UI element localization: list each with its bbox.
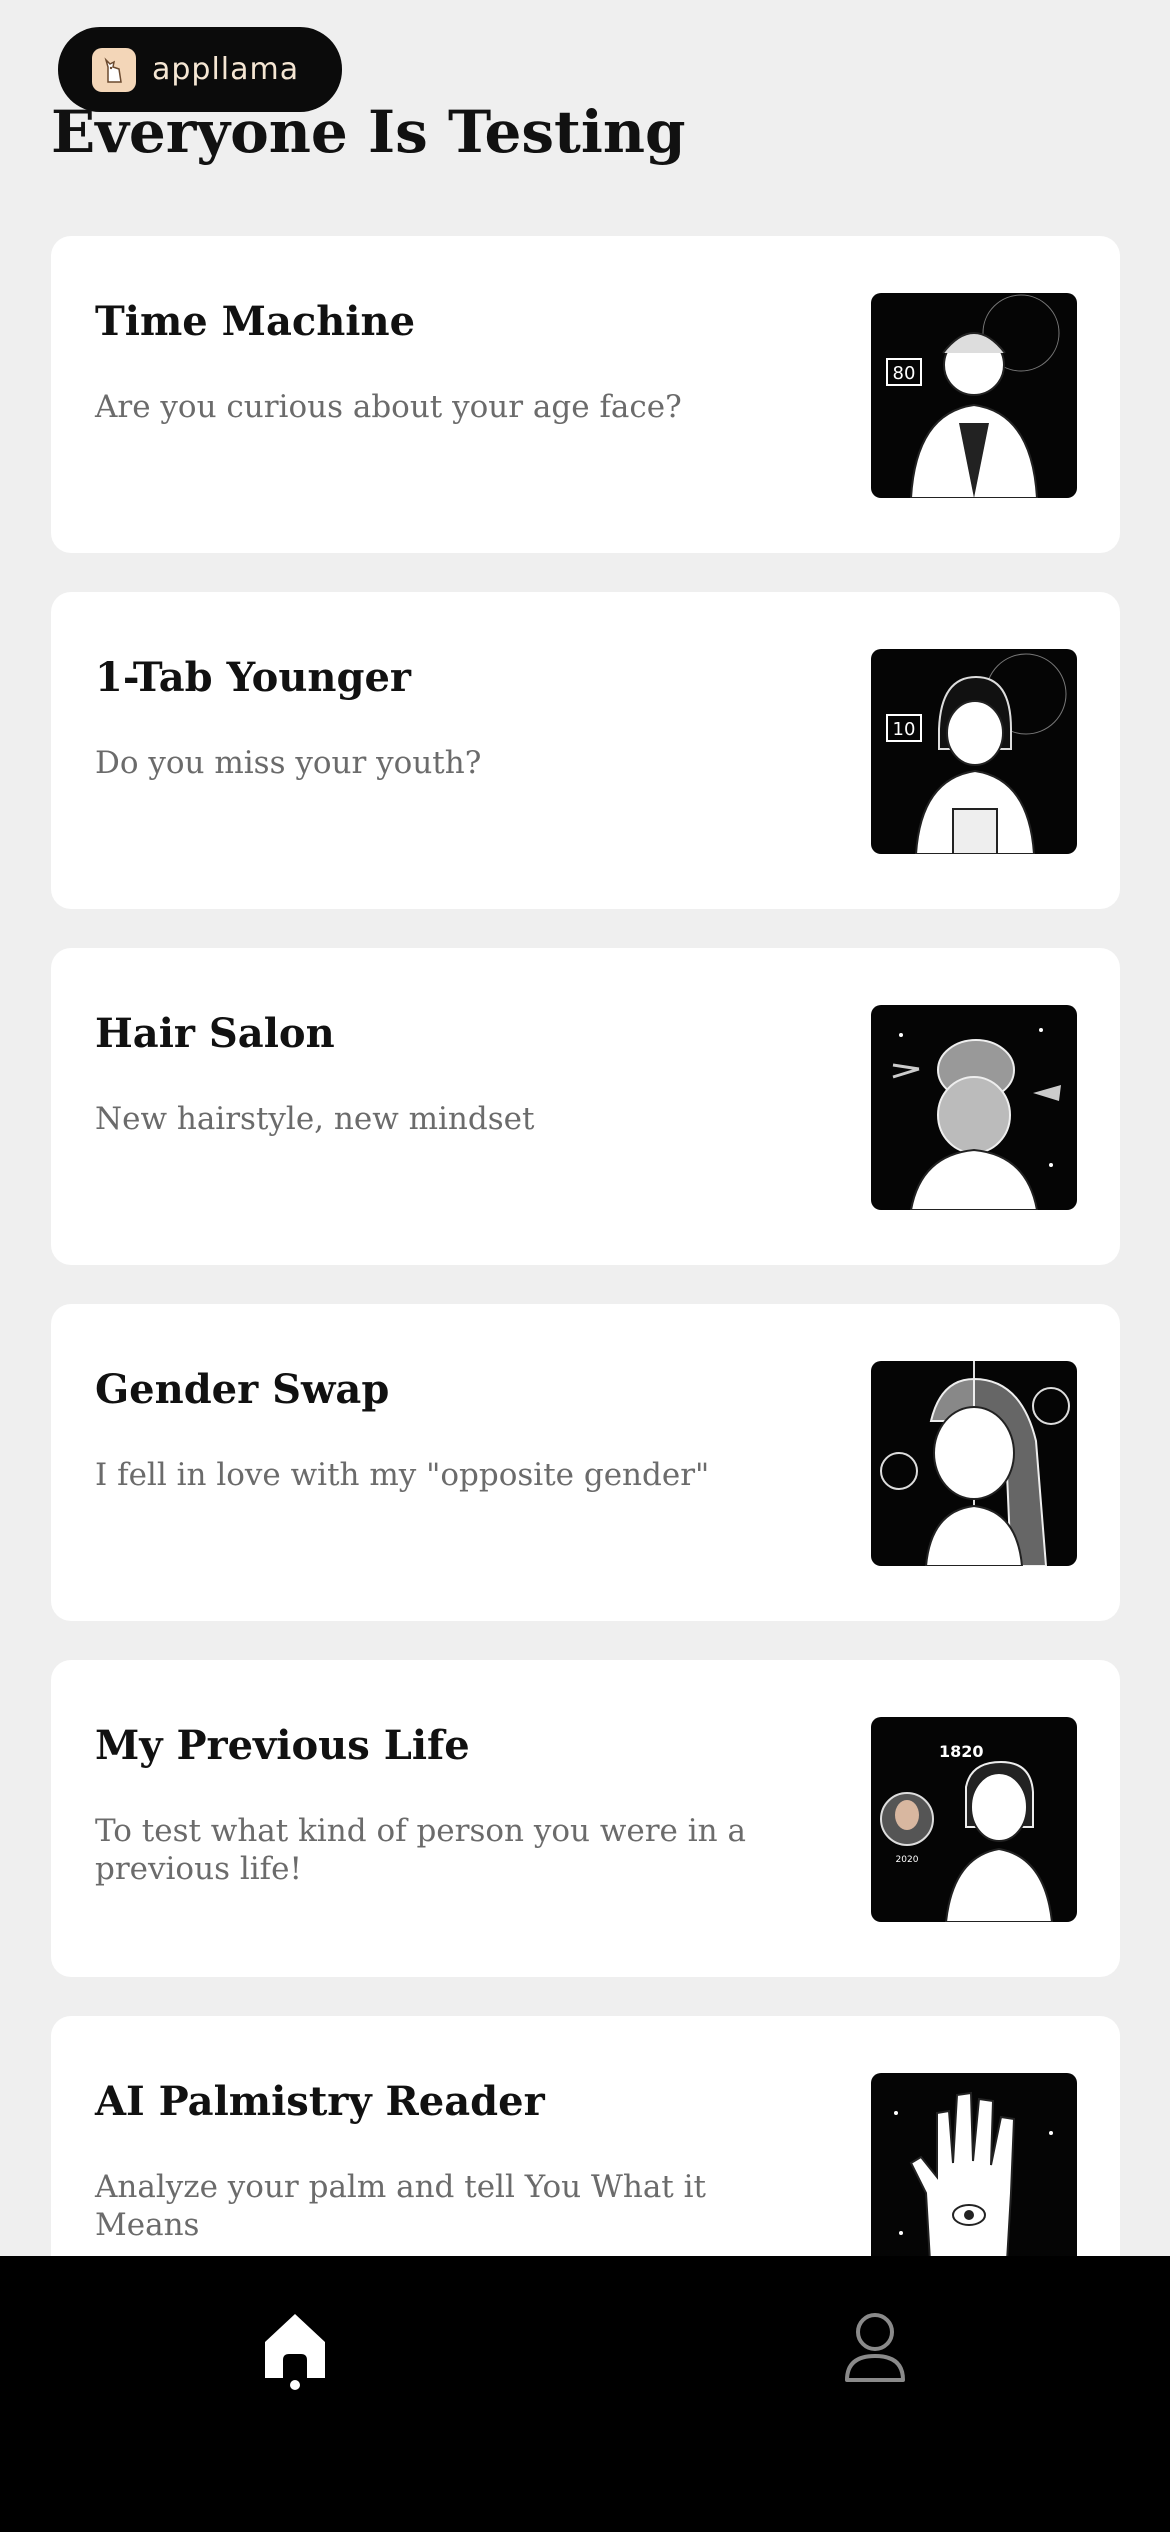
profile-icon[interactable] xyxy=(825,2296,925,2396)
thumb-badge: 10 xyxy=(893,719,916,740)
card-title: Time Machine xyxy=(95,298,416,345)
gender-swap-portrait-icon xyxy=(871,1361,1077,1566)
llama-icon xyxy=(92,47,136,92)
section-title: Everyone Is Testing xyxy=(51,98,686,166)
card-description: Are you curious about your age face? xyxy=(95,389,682,425)
card-title: Gender Swap xyxy=(95,1366,390,1413)
palm-hand-icon xyxy=(871,2073,1077,2278)
hairstyle-portrait-icon xyxy=(871,1005,1077,1210)
thumb-badge-small: 2020 xyxy=(896,1855,919,1865)
feature-card-younger[interactable]: 1-Tab Younger Do you miss your youth? 10 xyxy=(51,592,1120,909)
card-description: New hairstyle, new mindset xyxy=(95,1101,535,1137)
feature-card-previous-life[interactable]: My Previous Life To test what kind of pe… xyxy=(51,1660,1120,1977)
elderly-woman-portrait-icon: 80 xyxy=(871,293,1077,498)
card-title: My Previous Life xyxy=(95,1722,470,1769)
bottom-nav xyxy=(0,2256,1170,2532)
active-indicator-dot xyxy=(290,2380,300,2390)
feature-card-hair-salon[interactable]: Hair Salon New hairstyle, new mindset xyxy=(51,948,1120,1265)
card-title: AI Palmistry Reader xyxy=(95,2078,545,2125)
thumb-badge: 80 xyxy=(893,363,916,384)
card-title: 1-Tab Younger xyxy=(95,654,411,701)
feature-card-time-machine[interactable]: Time Machine Are you curious about your … xyxy=(51,236,1120,553)
card-description: Do you miss your youth? xyxy=(95,745,482,781)
brand-name: appllama xyxy=(152,52,300,87)
feature-card-gender-swap[interactable]: Gender Swap I fell in love with my "oppo… xyxy=(51,1304,1120,1621)
previous-life-portrait-icon: 1820 2020 xyxy=(871,1717,1077,1922)
card-description: To test what kind of person you were in … xyxy=(95,1813,746,1887)
card-description: I fell in love with my "opposite gender" xyxy=(95,1457,710,1493)
card-description: Analyze your palm and tell You What it M… xyxy=(95,2169,706,2243)
thumb-badge: 1820 xyxy=(939,1742,984,1761)
card-title: Hair Salon xyxy=(95,1010,335,1057)
young-girl-portrait-icon: 10 xyxy=(871,649,1077,854)
